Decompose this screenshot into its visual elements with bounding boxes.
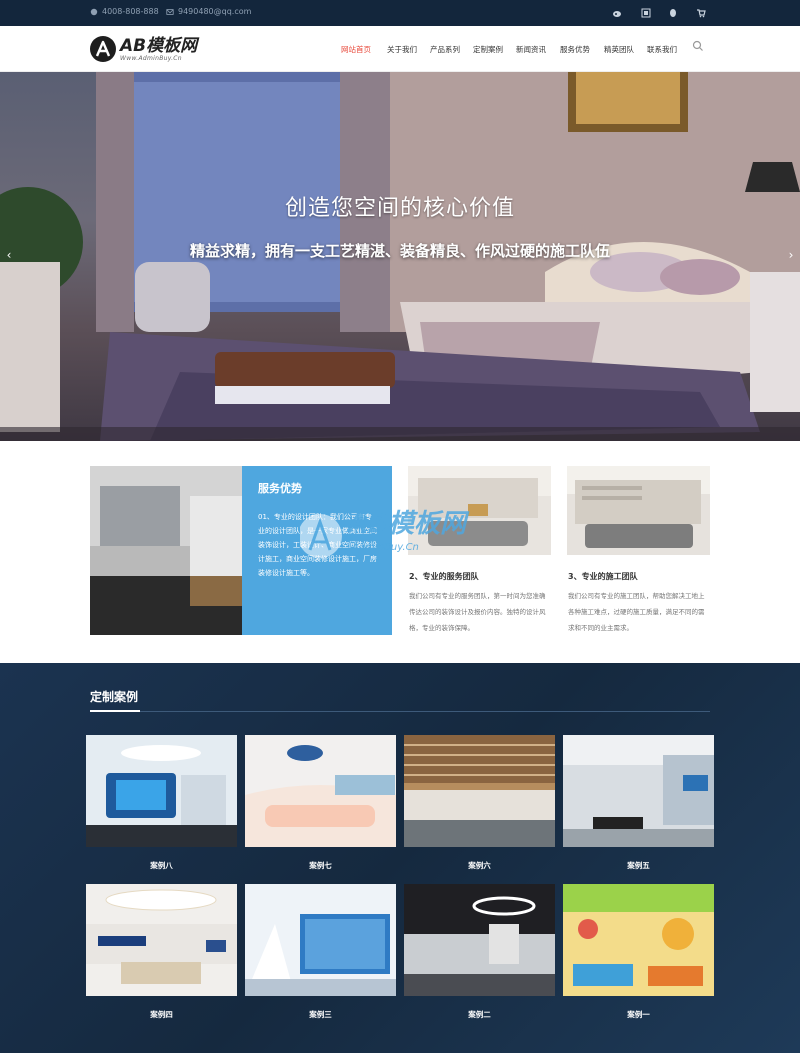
hero-next-arrow[interactable]: › (784, 248, 798, 264)
case-image[interactable] (86, 884, 237, 996)
service-card-image[interactable] (567, 466, 710, 555)
cart-icon[interactable] (694, 6, 708, 20)
case-image[interactable] (404, 735, 555, 847)
nav-contact[interactable]: 联系我们 (647, 44, 677, 55)
nav-about[interactable]: 关于我们 (387, 44, 417, 55)
email-address: 9490480@qq.com (178, 7, 252, 16)
case-item[interactable]: 案例四 (86, 884, 237, 1020)
phone-number: 4008-808-888 (102, 7, 159, 16)
case-label[interactable]: 案例七 (245, 860, 396, 871)
service-card-image[interactable] (408, 466, 551, 555)
site-header: AB模板网 Www.AdminBuy.Cn 网站首页 关于我们 产品系列 定制案… (0, 26, 800, 72)
nav-services[interactable]: 服务优势 (560, 44, 590, 55)
cases-title: 定制案例 (90, 690, 139, 704)
cases-section: 定制案例 案例八 案例七 案例六 案例五 案例四 案例三 案例二 案例一 (0, 663, 800, 1053)
nav-cases[interactable]: 定制案例 (473, 44, 503, 55)
case-label[interactable]: 案例一 (563, 1009, 714, 1020)
case-image[interactable] (563, 884, 714, 996)
case-label[interactable]: 案例八 (86, 860, 237, 871)
service-advantage-panel: 服务优势 01、专业的设计团队：我们公司有专业的设计团队，是一家专业做商业空间装… (242, 466, 392, 635)
hero-banner: 创造您空间的核心价值 精益求精，拥有一支工艺精湛、装备精良、作风过硬的施工队伍 … (0, 72, 800, 441)
service-card-title: 3、专业的施工团队 (568, 572, 638, 581)
search-icon[interactable] (692, 40, 704, 52)
case-label[interactable]: 案例五 (563, 860, 714, 871)
nav-home[interactable]: 网站首页 (341, 44, 371, 55)
case-label[interactable]: 案例六 (404, 860, 555, 871)
hero-prev-arrow[interactable]: ‹ (2, 248, 16, 264)
cases-divider-accent (90, 710, 140, 712)
case-image[interactable] (404, 884, 555, 996)
case-image[interactable] (563, 735, 714, 847)
service-office-image (90, 466, 242, 635)
phone-contact: 4008-808-888 (90, 7, 159, 16)
nav-team[interactable]: 精英团队 (604, 44, 634, 55)
case-item[interactable]: 案例二 (404, 884, 555, 1020)
case-item[interactable]: 案例七 (245, 735, 396, 871)
nav-products[interactable]: 产品系列 (430, 44, 460, 55)
cases-divider (90, 711, 710, 712)
case-label[interactable]: 案例三 (245, 1009, 396, 1020)
service-card-title: 2、专业的服务团队 (409, 572, 479, 581)
qq-icon[interactable] (666, 6, 680, 20)
case-label[interactable]: 案例二 (404, 1009, 555, 1020)
case-item[interactable]: 案例八 (86, 735, 237, 871)
weibo-icon[interactable] (610, 6, 624, 20)
phone-icon (90, 8, 98, 15)
top-bar: 4008-808-888 9490480@qq.com (0, 0, 800, 26)
case-image[interactable] (245, 735, 396, 847)
service-card-text: 我们公司有专业的服务团队，第一时间为您准确传达公司的装饰设计及报价内容。独特的设… (409, 592, 546, 632)
service-card-text: 我们公司有专业的施工团队，帮助您解决工地上各种施工难点，过硬的施工质量，满足不同… (568, 592, 705, 632)
case-item[interactable]: 案例五 (563, 735, 714, 871)
case-label[interactable]: 案例四 (86, 1009, 237, 1020)
service-advantage-text: 01、专业的设计团队：我们公司有专业的设计团队，是一家专业做商业空间装饰设计，工… (258, 513, 377, 577)
case-item[interactable]: 案例六 (404, 735, 555, 871)
hero-subtitle: 精益求精，拥有一支工艺精湛、装备精良、作风过硬的施工队伍 (189, 242, 610, 260)
hero-title: 创造您空间的核心价值 (284, 196, 515, 221)
service-advantage-title: 服务优势 (258, 482, 302, 495)
case-image[interactable] (86, 735, 237, 847)
case-image[interactable] (245, 884, 396, 996)
main-nav: 网站首页 关于我们 产品系列 定制案例 新闻资讯 服务优势 精英团队 联系我们 (0, 44, 800, 56)
wechat-icon[interactable] (639, 6, 653, 20)
case-item[interactable]: 案例三 (245, 884, 396, 1020)
email-icon (166, 8, 174, 15)
nav-news[interactable]: 新闻资讯 (516, 44, 546, 55)
email-contact: 9490480@qq.com (166, 7, 251, 16)
case-item[interactable]: 案例一 (563, 884, 714, 1020)
